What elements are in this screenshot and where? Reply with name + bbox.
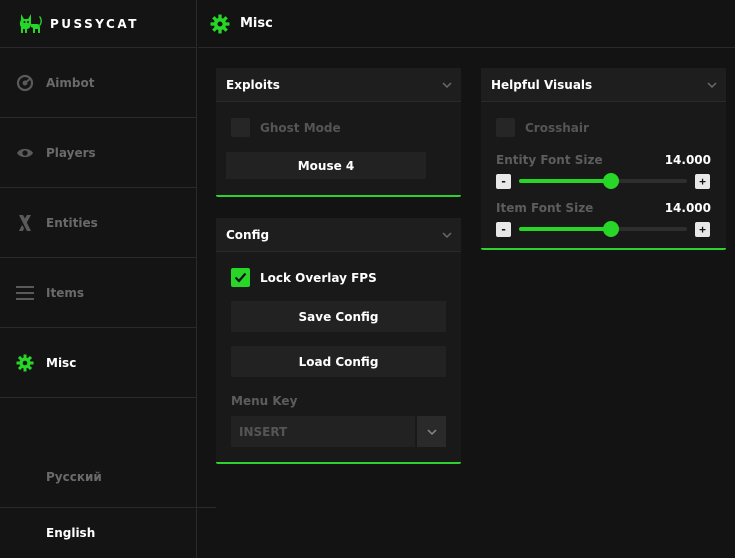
item-font-plus-button[interactable]: +	[695, 222, 710, 237]
entity-font-size-value: 14.000	[664, 153, 711, 167]
chevron-down-icon	[442, 81, 452, 88]
entity-font-minus-button[interactable]: -	[496, 174, 511, 189]
checkmark-icon	[234, 272, 247, 283]
checkbox-box	[231, 268, 250, 287]
gear-icon	[16, 354, 34, 372]
menu-lines-icon	[16, 284, 34, 302]
item-font-minus-button[interactable]: -	[496, 222, 511, 237]
brand: PUSSYCAT	[0, 0, 196, 48]
checkbox-box	[496, 118, 515, 137]
helpful-visuals-panel-header[interactable]: Helpful Visuals	[481, 68, 726, 102]
config-panel: Config Lock Overlay FPS Save Config Load…	[216, 218, 461, 464]
menu-key-value: INSERT	[239, 424, 288, 439]
config-panel-header[interactable]: Config	[216, 218, 461, 252]
cat-logo-icon	[19, 13, 42, 33]
sidebar-item-label: Misc	[46, 355, 77, 370]
sidebar-item-items[interactable]: Items	[0, 258, 196, 328]
slider-fill	[519, 179, 612, 183]
sidebar-item-label: Entities	[46, 215, 98, 230]
slider-fill	[519, 227, 612, 231]
language-english[interactable]: English	[0, 507, 216, 557]
save-config-button[interactable]: Save Config	[231, 301, 446, 332]
item-font-size-label: Item Font Size	[496, 201, 594, 215]
sidebar-item-label: Items	[46, 285, 84, 300]
gear-icon	[210, 14, 230, 33]
entity-font-slider-knob[interactable]	[603, 173, 620, 189]
eye-icon	[16, 144, 34, 162]
item-font-slider-knob[interactable]	[603, 221, 620, 237]
checkbox-label: Crosshair	[525, 120, 589, 135]
menu-key-label: Menu Key	[231, 394, 298, 408]
sidebar-item-label: Players	[46, 145, 96, 160]
sidebar-item-misc[interactable]: Misc	[0, 328, 196, 398]
chevron-down-icon[interactable]	[415, 416, 446, 447]
radar-icon	[16, 74, 34, 92]
panel-title: Config	[226, 227, 270, 242]
crosshair-checkbox[interactable]: Crosshair	[496, 118, 589, 137]
load-config-button[interactable]: Load Config	[231, 346, 446, 377]
lock-overlay-fps-checkbox[interactable]: Lock Overlay FPS	[231, 268, 377, 287]
entity-font-size-label: Entity Font Size	[496, 153, 603, 167]
exploits-panel-header[interactable]: Exploits	[216, 68, 461, 102]
entity-font-plus-button[interactable]: +	[695, 174, 710, 189]
brand-name: PUSSYCAT	[50, 16, 139, 31]
helpful-visuals-panel: Helpful Visuals Crosshair Entity Font Si…	[481, 68, 726, 250]
sidebar-item-players[interactable]: Players	[0, 118, 196, 188]
page-header: Misc	[198, 0, 735, 48]
panel-title: Exploits	[226, 77, 280, 92]
page-title: Misc	[240, 16, 273, 31]
exploits-panel: Exploits Ghost Mode Mouse 4	[216, 68, 461, 197]
chevron-down-icon	[707, 81, 717, 88]
mouse-4-key-button[interactable]: Mouse 4	[226, 152, 426, 179]
menu-key-select[interactable]: INSERT	[231, 416, 446, 447]
entities-icon	[16, 214, 34, 232]
language-russian[interactable]: Русский	[0, 452, 216, 502]
sidebar-item-label: Aimbot	[46, 75, 95, 90]
checkbox-box	[231, 118, 250, 137]
sidebar: PUSSYCAT Aimbot Players Entities Items M…	[0, 0, 216, 558]
ghost-mode-checkbox[interactable]: Ghost Mode	[231, 118, 341, 137]
item-font-size-value: 14.000	[664, 201, 711, 215]
chevron-down-icon	[442, 231, 452, 238]
checkbox-label: Ghost Mode	[260, 120, 341, 135]
checkbox-label: Lock Overlay FPS	[260, 270, 377, 285]
sidebar-item-entities[interactable]: Entities	[0, 188, 196, 258]
panel-title: Helpful Visuals	[491, 77, 593, 92]
sidebar-item-aimbot[interactable]: Aimbot	[0, 48, 196, 118]
